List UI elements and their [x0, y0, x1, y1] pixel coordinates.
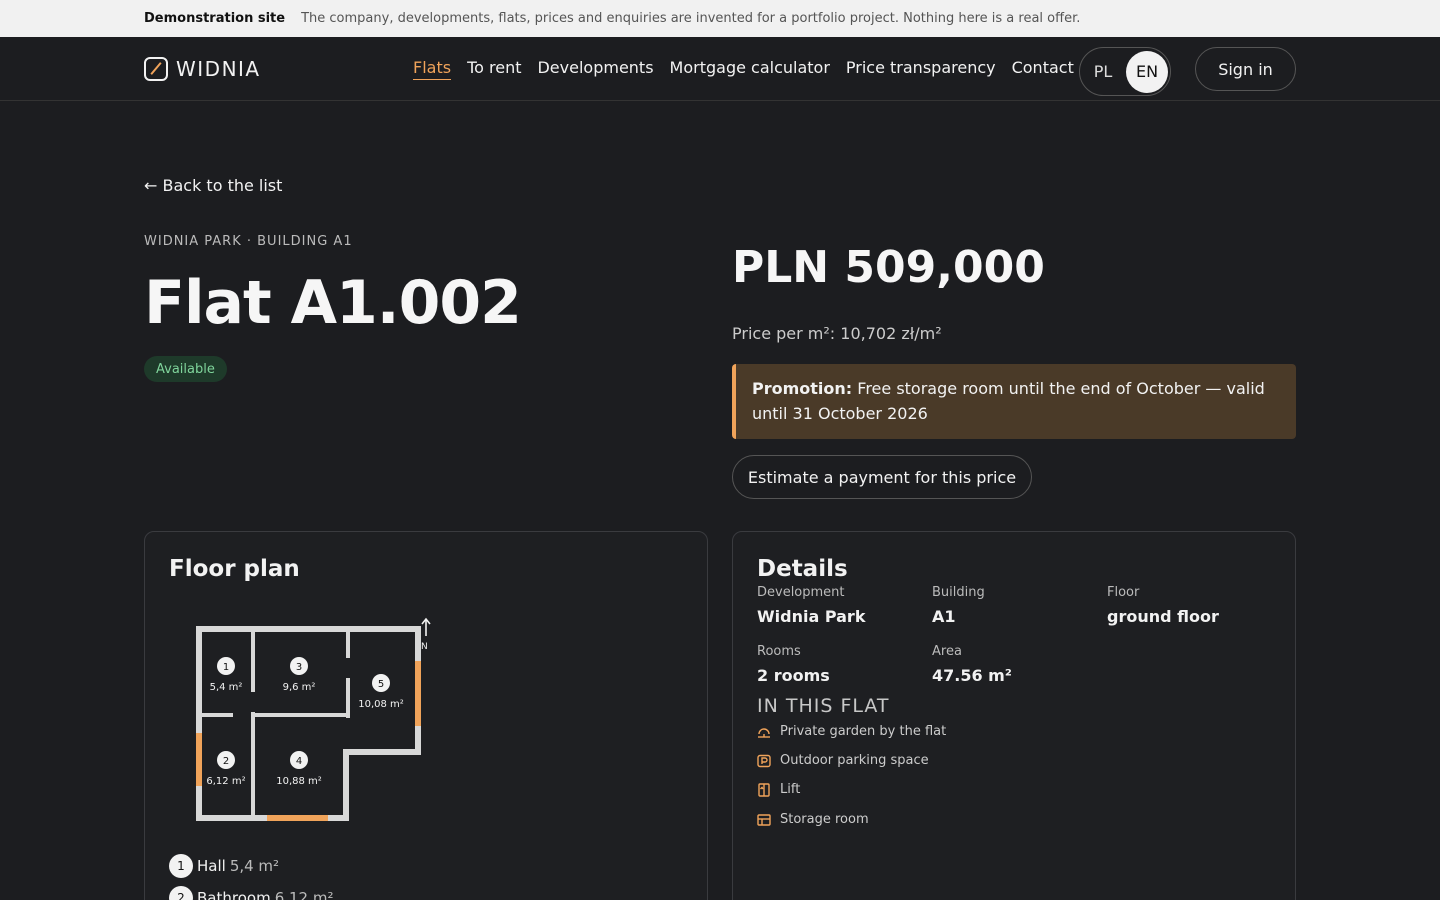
development-value: Widnia Park — [757, 607, 866, 626]
promotion-label: Promotion: — [752, 379, 853, 398]
legend-room-area: 5,4 m² — [229, 857, 280, 875]
legend-item: 2 Bathroom 6,12 m² — [169, 886, 333, 900]
nav-flats[interactable]: Flats — [413, 58, 452, 80]
logo-text: WIDNIA — [176, 57, 261, 81]
nav-contact[interactable]: Contact — [1012, 58, 1074, 80]
area-label: Area — [932, 644, 962, 659]
storage-icon — [757, 813, 771, 826]
breadcrumb: WIDNIA PARK · BUILDING A1 — [144, 234, 353, 249]
floor-plan-card: Floor plan N 1 5,4 m² 2 6,12 m² 3 9,6 m²… — [144, 531, 708, 900]
room-area: 5,4 m² — [210, 682, 243, 693]
promotion-banner: Promotion: Free storage room until the e… — [732, 364, 1296, 439]
feature-label: Storage room — [780, 812, 869, 827]
rooms-value: 2 rooms — [757, 666, 830, 685]
rooms-label: Rooms — [757, 644, 801, 659]
feature-item: Storage room — [757, 812, 869, 827]
legend-room-name: Hall — [197, 857, 226, 875]
back-to-list-link[interactable]: ← Back to the list — [144, 176, 282, 195]
development-label: Development — [757, 585, 845, 600]
feature-label: Private garden by the flat — [780, 724, 947, 739]
parking-icon — [757, 754, 771, 767]
lift-icon — [758, 782, 770, 797]
estimate-payment-button[interactable]: Estimate a payment for this price — [732, 455, 1032, 499]
nav-price-transparency[interactable]: Price transparency — [846, 58, 996, 80]
logo-icon — [144, 57, 168, 81]
floor-value: ground floor — [1107, 607, 1219, 626]
nav-developments[interactable]: Developments — [537, 58, 653, 80]
legend-item: 1 Hall 5,4 m² — [169, 854, 279, 878]
demo-text: The company, developments, flats, prices… — [301, 11, 1081, 26]
main-nav: Flats To rent Developments Mortgage calc… — [413, 58, 1090, 80]
lang-pl-button[interactable]: PL — [1080, 62, 1126, 81]
room-number: 3 — [296, 662, 302, 673]
room-number: 2 — [223, 756, 229, 767]
north-arrow-icon — [421, 617, 431, 636]
legend-room-area: 6,12 m² — [274, 889, 334, 900]
legend-room-name: Bathroom — [197, 889, 271, 900]
feature-item: Outdoor parking space — [757, 753, 929, 768]
room-number: 5 — [378, 679, 384, 690]
room-area: 10,08 m² — [358, 699, 404, 710]
room-area: 10,88 m² — [276, 776, 322, 787]
details-card: Details Development Widnia Park Building… — [732, 531, 1296, 900]
in-this-flat-heading: IN THIS FLAT — [757, 695, 890, 717]
status-badge: Available — [144, 356, 227, 382]
room-area: 9,6 m² — [283, 682, 316, 693]
language-switcher: PL EN — [1079, 47, 1171, 96]
room-number: 1 — [223, 662, 229, 673]
building-value: A1 — [932, 607, 956, 626]
feature-label: Outdoor parking space — [780, 753, 929, 768]
price: PLN 509,000 — [732, 242, 1045, 293]
floor-plan-heading: Floor plan — [169, 556, 300, 582]
feature-item: Lift — [757, 782, 800, 797]
details-heading: Details — [757, 556, 848, 582]
site-header: WIDNIA Flats To rent Developments Mortga… — [0, 37, 1440, 101]
demo-label: Demonstration site — [144, 11, 286, 26]
lang-en-button[interactable]: EN — [1126, 50, 1168, 93]
nav-to-rent[interactable]: To rent — [467, 58, 521, 80]
page-title: Flat A1.002 — [144, 268, 522, 338]
area-value: 47.56 m² — [932, 666, 1012, 685]
nav-mortgage-calculator[interactable]: Mortgage calculator — [670, 58, 830, 80]
room-number: 4 — [296, 756, 302, 767]
sign-in-button[interactable]: Sign in — [1195, 47, 1296, 91]
floor-plan-image: N 1 5,4 m² 2 6,12 m² 3 9,6 m² 4 10,88 m²… — [196, 617, 431, 821]
floor-label: Floor — [1107, 585, 1140, 600]
building-label: Building — [932, 585, 985, 600]
logo[interactable]: WIDNIA — [144, 57, 261, 81]
price-per-m2: Price per m²: 10,702 zł/m² — [732, 324, 942, 343]
room-area: 6,12 m² — [206, 776, 245, 787]
legend-number: 1 — [169, 854, 193, 878]
legend-number: 2 — [169, 886, 193, 900]
garden-icon — [758, 727, 770, 738]
feature-item: Private garden by the flat — [757, 724, 946, 739]
north-label: N — [421, 642, 428, 652]
feature-label: Lift — [780, 782, 801, 797]
demo-notice-bar: Demonstration site The company, developm… — [0, 0, 1440, 37]
